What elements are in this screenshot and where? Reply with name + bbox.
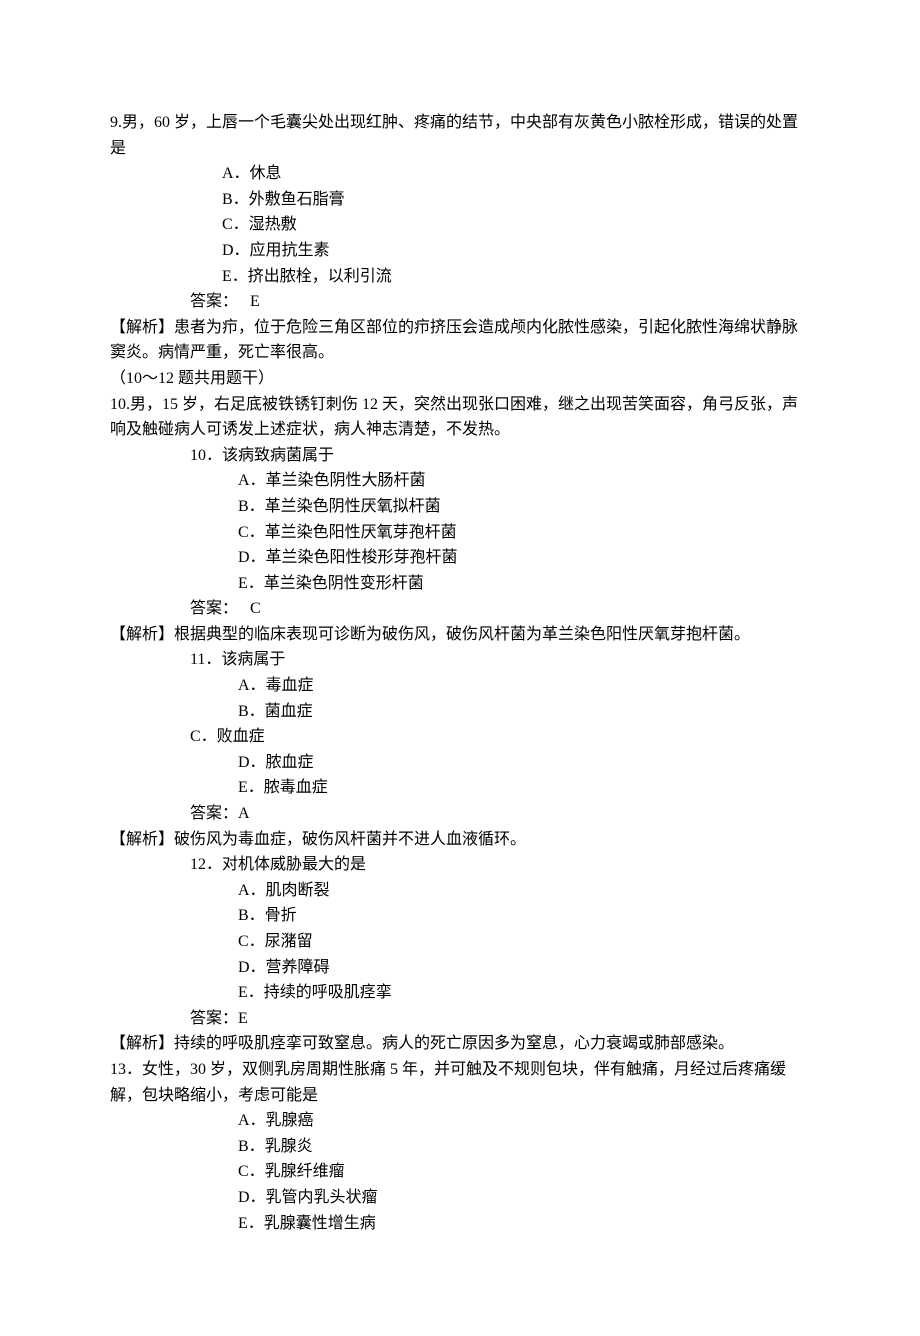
q10-answer: 答案： C [110,596,810,622]
q9-answer: 答案： E [110,289,810,315]
q12-title: 12．对机体威胁最大的是 [110,852,810,878]
q10-option-c: C．革兰染色阳性厌氧芽孢杆菌 [110,520,810,546]
q9-option-d: D．应用抗生素 [110,238,810,264]
q9-option-c: C．湿热敷 [110,212,810,238]
q10-explanation: 【解析】根据典型的临床表现可诊断为破伤风，破伤风杆菌为革兰染色阳性厌氧芽抱杆菌。 [110,622,810,648]
q11-answer: 答案：A [110,801,810,827]
q10-option-b: B．革兰染色阴性厌氧拟杆菌 [110,494,810,520]
q11-title: 11．该病属于 [110,647,810,673]
q13-option-a: A．乳腺癌 [110,1108,810,1134]
q12-option-b: B．骨折 [110,903,810,929]
shared-stem-text: 10.男，15 岁，右足底被铁锈钉刺伤 12 天，突然出现张口困难，继之出现苦笑… [110,392,810,443]
q9-option-e: E．挤出脓栓，以利引流 [110,264,810,290]
q12-option-c: C．尿潴留 [110,929,810,955]
q12-option-d: D．营养障碍 [110,955,810,981]
q9-stem: 9.男，60 岁，上唇一个毛囊尖处出现红肿、疼痛的结节，中央部有灰黄色小脓栓形成… [110,110,810,161]
shared-stem-label: （10～12 题共用题干） [110,366,810,392]
q10-option-e: E．革兰染色阴性变形杆菌 [110,571,810,597]
q11-option-e: E．脓毒血症 [110,775,810,801]
q13-stem: 13．女性，30 岁，双侧乳房周期性胀痛 5 年，并可触及不规则包块，伴有触痛，… [110,1057,810,1108]
q10-option-d: D．革兰染色阳性梭形芽孢杆菌 [110,545,810,571]
q12-explanation: 【解析】持续的呼吸肌痉挛可致窒息。病人的死亡原因多为窒息，心力衰竭或肺部感染。 [110,1031,810,1057]
q12-option-e: E．持续的呼吸肌痉挛 [110,980,810,1006]
q13-option-b: B．乳腺炎 [110,1134,810,1160]
q13-option-e: E．乳腺囊性增生病 [110,1211,810,1237]
q9-explanation: 【解析】患者为疖，位于危险三角区部位的疖挤压会造成颅内化脓性感染，引起化脓性海绵… [110,315,810,366]
q13-option-d: D．乳管内乳头状瘤 [110,1185,810,1211]
q13-option-c: C．乳腺纤维瘤 [110,1159,810,1185]
q11-option-b: B．菌血症 [110,699,810,725]
q11-option-d: D．脓血症 [110,750,810,776]
q10-title: 10．该病致病菌属于 [110,443,810,469]
q9-option-a: A．休息 [110,161,810,187]
q9-option-b: B．外敷鱼石脂膏 [110,187,810,213]
q11-explanation: 【解析】破伤风为毒血症，破伤风杆菌并不进人血液循环。 [110,827,810,853]
q12-option-a: A．肌肉断裂 [110,878,810,904]
q11-option-c: C．败血症 [110,724,810,750]
q11-option-a: A．毒血症 [110,673,810,699]
q12-answer: 答案：E [110,1006,810,1032]
q10-option-a: A．革兰染色阴性大肠杆菌 [110,468,810,494]
